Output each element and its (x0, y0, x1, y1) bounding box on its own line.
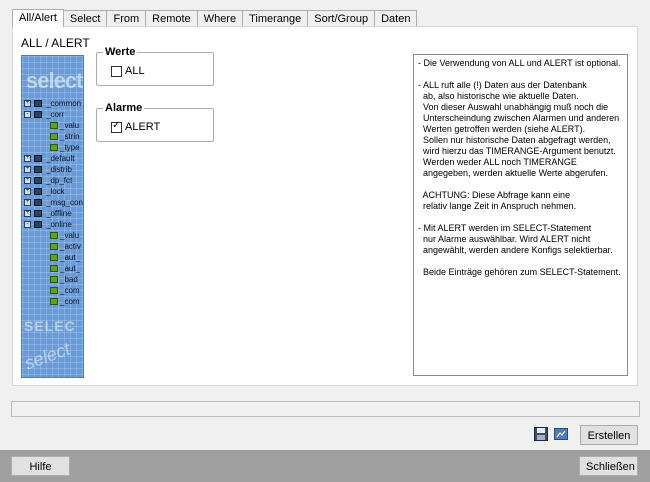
alert-checkbox-label: ALERT (125, 121, 161, 133)
all-checkbox[interactable]: ALL (111, 65, 145, 77)
leaf-icon (50, 232, 58, 239)
logo-tree-label: _aut_ (60, 264, 81, 273)
progress-bar (11, 401, 640, 417)
info-line: angewählt, werden andere Konfigs selekti… (418, 245, 613, 255)
export-icon[interactable] (554, 427, 568, 441)
leaf-icon (50, 243, 58, 250)
logo-tree-label: _corr (46, 110, 65, 119)
leaf-icon (50, 144, 58, 151)
folder-icon (34, 155, 42, 162)
tab-daten[interactable]: Daten (374, 10, 418, 27)
info-line: angegeben, werden aktuelle Werte abgeruf… (418, 168, 608, 178)
info-line: Von dieser Auswahl unabhängig muß noch d… (418, 102, 609, 112)
leaf-icon (50, 276, 58, 283)
logo-tree-label: _valu (60, 121, 80, 130)
alarme-group: Alarme ALERT (96, 102, 214, 142)
leaf-icon (50, 122, 58, 129)
tab-timerange[interactable]: Timerange (242, 10, 309, 27)
leaf-icon (50, 254, 58, 261)
logo-tree-label: _msg_con (46, 198, 83, 207)
alert-checkbox[interactable]: ALERT (111, 120, 161, 133)
werte-group: Werte ALL (96, 46, 214, 86)
folder-icon (34, 199, 42, 206)
tab-where[interactable]: Where (196, 10, 244, 27)
bottom-bar: Hilfe Schließen (0, 450, 650, 482)
tab-panel: ALL / ALERT select + _common - _corr _valu _s… (12, 26, 638, 386)
info-line: - Die Verwendung von ALL und ALERT ist o… (418, 58, 621, 68)
logo-tree-label: _bad (60, 275, 78, 284)
logo-tree-label: _activ (60, 242, 81, 251)
logo-tree-label: _offline (46, 209, 72, 218)
expand-icon: + (24, 199, 31, 206)
tab-select[interactable]: Select (62, 10, 108, 27)
info-line: Unterscheindung zwischen Alarmen und and… (418, 113, 620, 123)
folder-icon (34, 166, 42, 173)
info-line: ACHTUNG: Diese Abfrage kann eine (418, 190, 571, 200)
collapse-icon: - (24, 111, 31, 118)
erstellen-button[interactable]: Erstellen (580, 425, 638, 445)
info-line: Beide Einträge gehören zum SELECT-Statem… (418, 267, 621, 277)
logo-tree-label: _type (60, 143, 80, 152)
werte-group-title: Werte (103, 46, 138, 59)
leaf-icon (50, 287, 58, 294)
logo-tree-label: _distrib (46, 165, 72, 174)
folder-icon (34, 210, 42, 217)
info-line: nur Alarme auswählbar. Wird ALERT nicht (418, 234, 591, 244)
leaf-icon (50, 133, 58, 140)
expand-icon: + (24, 210, 31, 217)
info-line (418, 212, 623, 223)
info-line: wird hierzu das TIMERANGE-Argument benut… (418, 146, 616, 156)
info-line (418, 69, 623, 80)
save-icon[interactable] (534, 427, 548, 441)
logo-tree-label: _com (60, 297, 80, 306)
collapse-icon: - (24, 221, 31, 228)
expand-icon: + (24, 188, 31, 195)
alert-checkbox-box[interactable] (111, 120, 122, 133)
logo-tree-label: _dp_fct (46, 176, 73, 185)
logo-tree-label: _valu (60, 231, 80, 240)
tab-remote[interactable]: Remote (145, 10, 198, 27)
tab-all-alert[interactable]: All/Alert (12, 9, 64, 27)
folder-icon (34, 221, 42, 228)
expand-icon: + (24, 100, 31, 107)
info-line: Sollen nur historische Daten abgefragt w… (418, 135, 611, 145)
logo-tree-label: _common (46, 99, 82, 108)
leaf-icon (50, 265, 58, 272)
expand-icon: + (24, 177, 31, 184)
info-line: - Mit ALERT werden im SELECT-Statement (418, 223, 592, 233)
all-checkbox-label: ALL (125, 65, 145, 77)
page-title: ALL / ALERT (21, 36, 90, 50)
info-text-box[interactable]: - Die Verwendung von ALL und ALERT ist o… (413, 54, 628, 376)
folder-icon (34, 111, 42, 118)
logo-tree-label: _lock (46, 187, 65, 196)
info-line: Werten getroffen werden (siehe ALERT). (418, 124, 586, 134)
logo-tree-label: _online (46, 220, 72, 229)
tab-sort-group[interactable]: Sort/Group (307, 10, 376, 27)
logo-tree-label: _strin (60, 132, 80, 141)
folder-icon (34, 100, 42, 107)
hilfe-button[interactable]: Hilfe (11, 456, 70, 476)
schliessen-button[interactable]: Schließen (579, 456, 638, 476)
all-checkbox-box[interactable] (111, 65, 122, 77)
info-line: Werden weder ALL noch TIMERANGE (418, 157, 577, 167)
tab-from[interactable]: From (106, 10, 147, 27)
expand-icon: + (24, 166, 31, 173)
expand-icon: + (24, 155, 31, 162)
tab-bar: All/Alert Select From Remote Where Timerange S… (12, 9, 418, 27)
info-line: ab, also historische wie aktuelle Daten. (418, 91, 579, 101)
logo-watermark-top: select (26, 68, 83, 93)
info-line: relativ lange Zeit in Anspruch nehmen. (418, 201, 577, 211)
folder-icon (34, 188, 42, 195)
info-line (418, 256, 623, 267)
logo-tree-label: _aut_ (60, 253, 81, 262)
info-line: - ALL ruft alle (!) Daten aus der Datenb… (418, 80, 587, 90)
alarme-group-title: Alarme (103, 102, 145, 115)
logo-tree-label: _com (60, 286, 80, 295)
select-logo-image: select + _common - _corr _valu _strin _type + _d… (21, 55, 84, 378)
logo-tree-label: _default (46, 154, 75, 163)
folder-icon (34, 177, 42, 184)
leaf-icon (50, 298, 58, 305)
logo-watermark-mid: SELEC (24, 318, 76, 334)
info-line (418, 179, 623, 190)
